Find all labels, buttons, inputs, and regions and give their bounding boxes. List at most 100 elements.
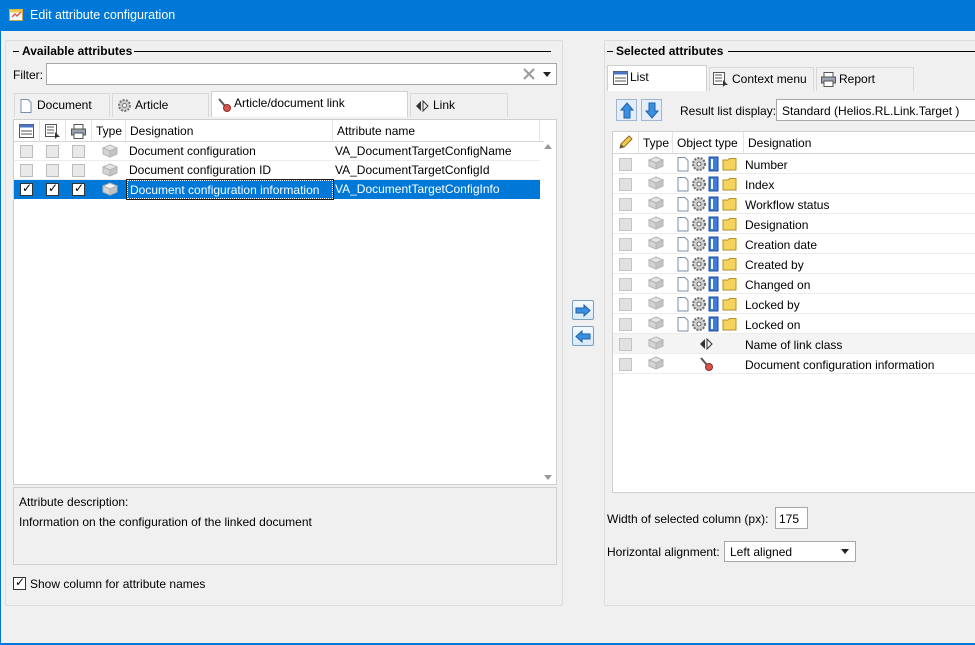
alignment-value: Left aligned bbox=[730, 545, 793, 559]
width-input[interactable]: 175 bbox=[775, 507, 808, 529]
object-type-cell bbox=[676, 216, 738, 235]
pencil-icon bbox=[619, 135, 633, 149]
list-item[interactable]: Workflow status bbox=[613, 194, 975, 214]
row-designation: Document configuration information bbox=[126, 179, 334, 200]
row-flag-checkbox-3[interactable] bbox=[72, 145, 85, 158]
row-edit-checkbox[interactable] bbox=[619, 238, 632, 251]
width-label: Width of selected column (px): bbox=[607, 512, 769, 526]
tab-article[interactable]: Article bbox=[112, 93, 209, 117]
col-flag2-header[interactable] bbox=[40, 120, 66, 142]
row-attribute-name: VA_DocumentTargetConfigName bbox=[335, 144, 512, 158]
link-arrows-icon bbox=[700, 337, 713, 351]
result-list-display-select[interactable]: Standard (Helios.RL.Link.Target ) bbox=[776, 99, 975, 121]
alignment-select[interactable]: Left aligned bbox=[724, 541, 856, 562]
filter-dropdown-arrow[interactable] bbox=[543, 72, 551, 77]
list-item[interactable]: Created by bbox=[613, 254, 975, 274]
tab-list[interactable]: List bbox=[607, 65, 707, 91]
row-edit-checkbox[interactable] bbox=[619, 358, 632, 371]
arrow-down-icon bbox=[645, 102, 659, 119]
tab-article-document-link[interactable]: Article/document link bbox=[211, 91, 408, 117]
row-edit-checkbox[interactable] bbox=[619, 338, 632, 351]
attribute-type-icon bbox=[647, 316, 665, 330]
row-flag-checkbox-2[interactable] bbox=[46, 145, 59, 158]
row-edit-checkbox[interactable] bbox=[619, 158, 632, 171]
attribute-description-text: Information on the configuration of the … bbox=[19, 515, 312, 529]
cube-icon bbox=[101, 163, 119, 177]
move-down-button[interactable] bbox=[641, 99, 662, 121]
list-icon bbox=[613, 71, 628, 85]
show-column-checkbox[interactable] bbox=[13, 575, 26, 590]
move-up-button[interactable] bbox=[616, 99, 637, 121]
list-item[interactable]: Number bbox=[613, 154, 975, 174]
row-flag-checkbox-1[interactable] bbox=[20, 145, 33, 158]
row-edit-checkbox[interactable] bbox=[619, 198, 632, 211]
col-filler-header bbox=[540, 120, 544, 142]
row-designation: Locked on bbox=[745, 318, 801, 332]
scroll-up-arrow[interactable] bbox=[544, 144, 552, 149]
clear-icon[interactable] bbox=[523, 68, 535, 80]
col-type-header[interactable]: Type bbox=[92, 120, 126, 142]
remove-attribute-button[interactable] bbox=[572, 326, 594, 346]
object-type-cell bbox=[699, 337, 713, 353]
row-flag-checkbox-3[interactable] bbox=[72, 181, 85, 196]
col-edit-header[interactable] bbox=[613, 132, 639, 154]
table-row[interactable]: Document configuration VA_DocumentTargetC… bbox=[14, 142, 540, 161]
row-designation: Name of link class bbox=[745, 338, 843, 352]
list-item[interactable]: Index bbox=[613, 174, 975, 194]
col-flag1-header[interactable] bbox=[14, 120, 40, 142]
col-type-header[interactable]: Type bbox=[639, 132, 673, 154]
row-edit-checkbox[interactable] bbox=[619, 218, 632, 231]
available-grid-scrollbar[interactable] bbox=[540, 142, 556, 484]
cube-icon bbox=[647, 356, 665, 370]
row-edit-checkbox[interactable] bbox=[619, 258, 632, 271]
row-flag-checkbox-2[interactable] bbox=[46, 164, 59, 177]
object-type-icons bbox=[677, 296, 737, 312]
add-attribute-button[interactable] bbox=[572, 300, 594, 320]
list-item[interactable]: Changed on bbox=[613, 274, 975, 294]
row-edit-checkbox[interactable] bbox=[619, 298, 632, 311]
table-row[interactable]: Document configuration ID VA_DocumentTarg… bbox=[14, 161, 540, 180]
row-flag-checkbox-3[interactable] bbox=[72, 164, 85, 177]
tab-report[interactable]: Report bbox=[816, 67, 914, 91]
filter-input[interactable] bbox=[46, 63, 557, 85]
scroll-down-arrow[interactable] bbox=[544, 475, 552, 480]
attribute-type-icon bbox=[647, 216, 665, 230]
row-flag-checkbox-1[interactable] bbox=[20, 164, 33, 177]
row-edit-checkbox[interactable] bbox=[619, 318, 632, 331]
available-group-line-left bbox=[13, 51, 19, 52]
list-item[interactable]: Document configuration information bbox=[613, 354, 975, 374]
row-edit-checkbox[interactable] bbox=[619, 178, 632, 191]
cube-icon bbox=[101, 182, 119, 196]
col-object-type-header[interactable]: Object type bbox=[673, 132, 744, 154]
cube-icon bbox=[647, 176, 665, 190]
list-item[interactable]: Locked on bbox=[613, 314, 975, 334]
object-type-icons bbox=[677, 216, 737, 232]
list-item[interactable]: Creation date bbox=[613, 234, 975, 254]
attribute-description-box: Attribute description: Information on th… bbox=[13, 487, 557, 565]
row-edit-checkbox[interactable] bbox=[619, 278, 632, 291]
table-row[interactable]: Document configuration informationVA_Doc… bbox=[14, 179, 540, 200]
available-attributes-title: Available attributes bbox=[22, 44, 133, 58]
list-item[interactable]: Name of link class bbox=[613, 334, 975, 354]
result-list-display-label: Result list display: bbox=[680, 104, 777, 118]
attribute-type-icon bbox=[647, 156, 665, 170]
col-designation-header[interactable]: Designation bbox=[744, 132, 975, 154]
alignment-dropdown-arrow[interactable] bbox=[841, 549, 849, 554]
tab-context-menu[interactable]: Context menu bbox=[709, 67, 814, 91]
col-attribute-name-header[interactable]: Attribute name bbox=[333, 120, 540, 142]
cube-icon bbox=[647, 336, 665, 350]
row-flag-checkbox-1[interactable] bbox=[20, 181, 33, 196]
row-flag-checkbox-2[interactable] bbox=[46, 181, 59, 196]
list-item[interactable]: Locked by bbox=[613, 294, 975, 314]
tab-article-label: Article bbox=[135, 98, 169, 112]
row-attribute-name: VA_DocumentTargetConfigInfo bbox=[335, 182, 500, 196]
tab-link[interactable]: Link bbox=[410, 93, 508, 117]
col-flag3-header[interactable] bbox=[66, 120, 92, 142]
tab-document[interactable]: Document bbox=[14, 93, 110, 117]
tab-report-label: Report bbox=[839, 72, 876, 86]
object-type-icons bbox=[677, 176, 737, 192]
object-type-cell bbox=[676, 196, 738, 215]
filter-label: Filter: bbox=[13, 68, 43, 82]
list-item[interactable]: Designation bbox=[613, 214, 975, 234]
col-designation-header[interactable]: Designation bbox=[126, 120, 333, 142]
